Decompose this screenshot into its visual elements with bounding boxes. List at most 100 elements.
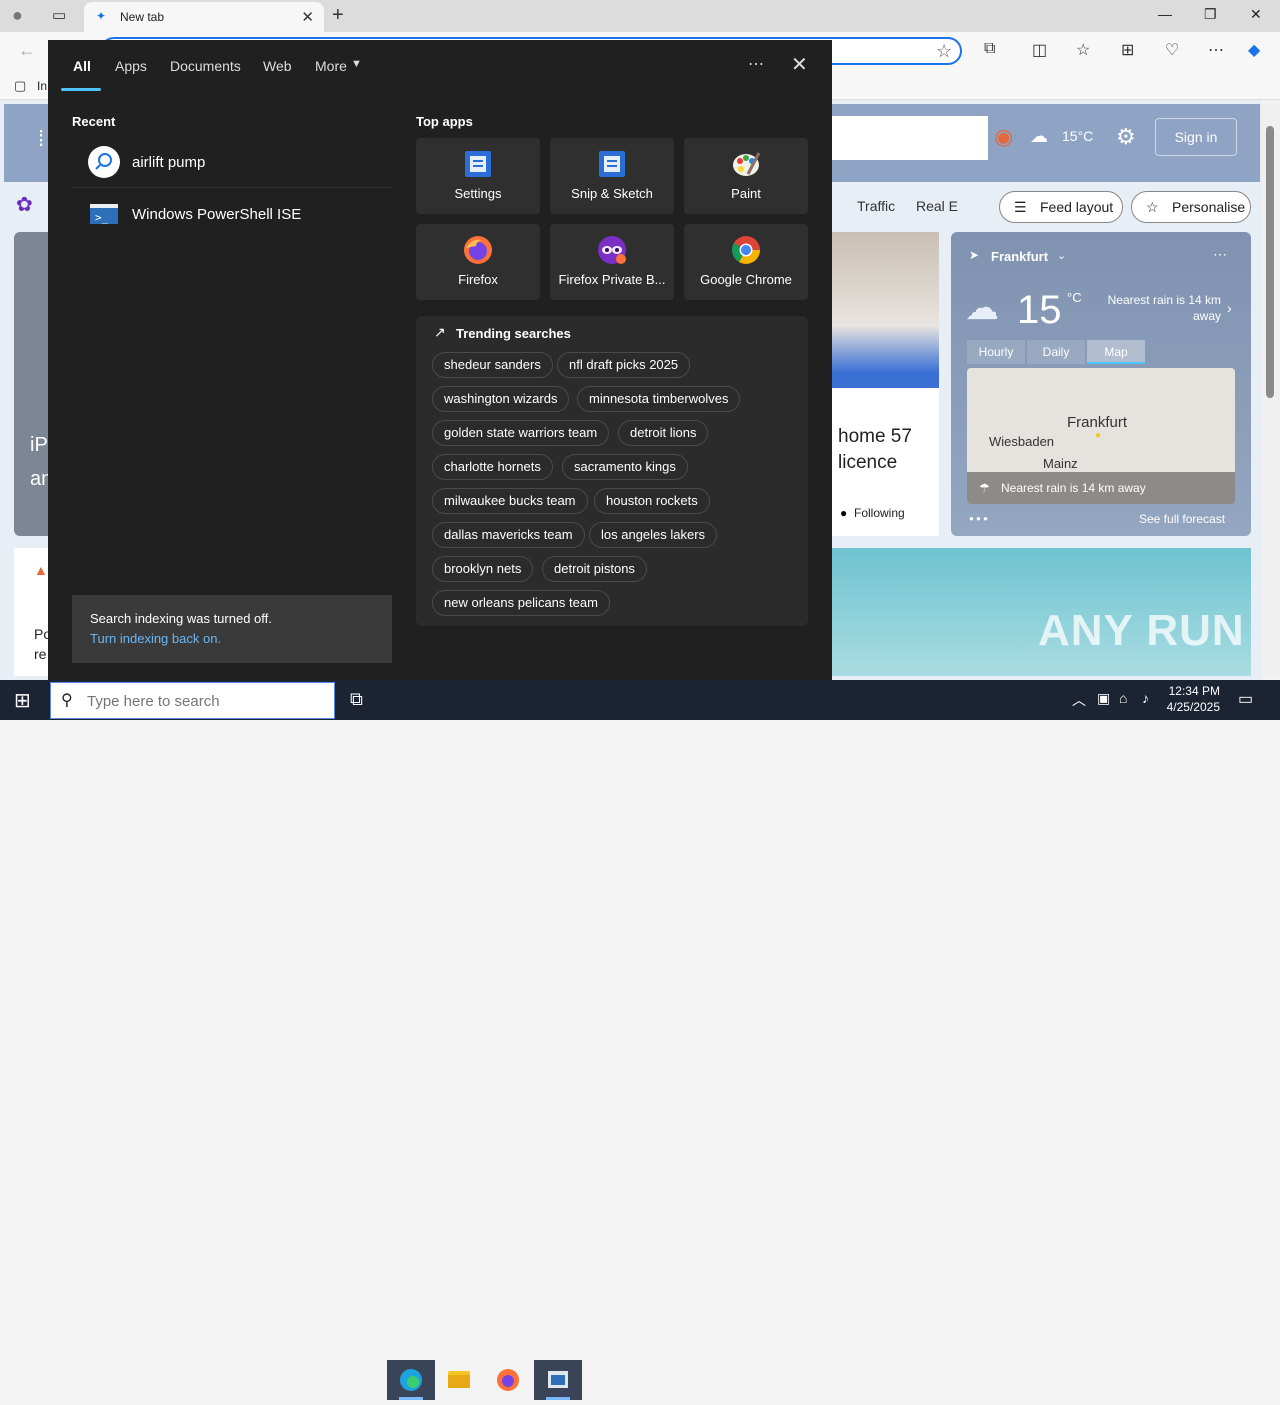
restore-button[interactable]: ❐ [1204,6,1217,23]
close-tab-icon[interactable]: ✕ [301,8,314,26]
task-view-icon[interactable]: ⧉ [350,689,363,710]
search-tab-apps[interactable]: Apps [115,58,147,74]
weather-tab-hourly[interactable]: Hourly [967,340,1025,364]
taskbar-file-explorer[interactable] [435,1360,483,1400]
app-snip-sketch[interactable]: Snip & Sketch [550,138,674,214]
trending-chip[interactable]: detroit pistons [542,556,647,582]
weather-next-icon[interactable]: › [1227,300,1232,316]
following-label[interactable]: Following [854,506,905,520]
firefox-taskbar-icon [497,1369,519,1391]
search-tab-all[interactable]: All [73,58,91,74]
tab-actions-icon[interactable]: ▭ [52,6,66,24]
weather-card[interactable]: ➤ Frankfurt ⌄ ⋯ ☁ 15 °C Nearest rain is … [951,232,1251,536]
feed-layout-button[interactable]: ☰ Feed layout [999,191,1123,223]
trending-chip[interactable]: sacramento kings [562,454,688,480]
svg-text:>_: >_ [95,211,109,224]
page-settings-gear-icon[interactable]: ⚙ [1116,124,1136,150]
tray-chevron-icon[interactable]: ︿ [1072,690,1086,710]
trending-chip[interactable]: new orleans pelicans team [432,590,610,616]
system-clock[interactable]: 12:34 PM 4/25/2025 [1160,683,1220,715]
taskbar-search-input[interactable] [87,691,327,711]
settings-more-icon[interactable]: ⋯ [1208,40,1224,60]
favbar-import-icon[interactable]: ▢ [14,78,26,94]
recent-item-powershell-ise[interactable]: >_ Windows PowerShell ISE [72,190,392,240]
close-search-icon[interactable]: ✕ [791,52,808,77]
map-label-wiesbaden: Wiesbaden [989,434,1055,449]
turn-indexing-on-link[interactable]: Turn indexing back on. [90,631,221,646]
favorite-star-icon[interactable]: ☆ [936,41,952,62]
collections-icon[interactable]: ⊞ [1121,40,1134,60]
network-icon[interactable]: ⌂ [1119,690,1127,706]
carousel-dots[interactable]: ● ● ● [969,514,988,523]
search-options-icon[interactable]: ⋯ [748,54,764,74]
more-dropdown-icon[interactable]: ▼ [351,58,362,70]
trending-chip[interactable]: golden state warriors team [432,420,610,446]
tab-new-tab[interactable]: ✦ New tab ✕ [84,2,324,32]
header-temperature[interactable]: 15°C [1062,128,1093,144]
app-firefox[interactable]: Firefox [416,224,540,300]
trending-chip[interactable]: dallas mavericks team [432,522,585,548]
app-google-chrome[interactable]: Google Chrome [684,224,808,300]
nav-link-real-estate[interactable]: Real E [916,198,958,214]
taskbar-powershell-ise[interactable] [534,1360,582,1400]
trending-chip[interactable]: houston rockets [594,488,710,514]
volume-icon[interactable]: ♪ [1142,690,1149,706]
city-chevron-icon[interactable]: ⌄ [1057,249,1066,262]
extensions-icon[interactable]: ⧉ [984,40,995,58]
paint-palette-icon [730,148,762,180]
search-tab-web[interactable]: Web [263,58,292,74]
weather-more-icon[interactable]: ⋯ [1213,246,1227,263]
trending-chip[interactable]: minnesota timberwolves [577,386,741,412]
trending-chip[interactable]: charlotte hornets [432,454,553,480]
trending-chip[interactable]: shedeur sanders [432,352,553,378]
close-window-button[interactable]: ✕ [1250,6,1262,23]
weather-city[interactable]: Frankfurt [991,249,1048,264]
see-full-forecast-link[interactable]: See full forecast [1139,512,1225,526]
copilot-icon[interactable]: ◆ [1248,40,1260,60]
scrollbar-thumb[interactable] [1266,126,1274,398]
favorites-icon[interactable]: ☆ [1076,40,1090,60]
app-firefox-private[interactable]: Firefox Private B... [550,224,674,300]
tray-device-icon[interactable]: ▣ [1097,690,1110,707]
app-settings[interactable]: Settings [416,138,540,214]
notifications-icon[interactable]: ▭ [1238,689,1253,709]
trending-chip[interactable]: milwaukee bucks team [432,488,588,514]
anyrun-watermark: ANY RUN [1038,606,1245,655]
personalise-button[interactable]: ☆ Personalise [1131,191,1251,223]
recent-item-airlift-pump[interactable]: airlift pump [72,138,392,188]
trending-chip[interactable]: washington wizards [432,386,570,412]
left-news-card-2[interactable]: ▲ Po re [14,548,48,676]
app-label: Settings [454,186,502,201]
favbar-item[interactable]: In [37,79,47,93]
start-button[interactable]: ⊞ [14,688,31,713]
map-rain-bar[interactable]: ☂ Nearest rain is 14 km away [967,472,1235,504]
sign-in-button[interactable]: Sign in [1155,118,1237,156]
search-tab-documents[interactable]: Documents [170,58,241,74]
new-tab-button[interactable]: + [332,4,344,27]
app-paint[interactable]: Paint [684,138,808,214]
weather-map[interactable]: Frankfurt Wiesbaden Mainz ● ☂ Nearest ra… [967,368,1235,504]
news-photo[interactable] [832,232,939,388]
left-news-card[interactable]: iP an [14,232,50,536]
trending-chip[interactable]: los angeles lakers [589,522,718,548]
taskbar-search-box[interactable]: ⚲ [50,682,335,719]
page-search-box[interactable] [832,116,988,160]
trending-chip[interactable]: detroit lions [618,420,709,446]
split-screen-icon[interactable]: ◫ [1032,40,1047,60]
minimize-button[interactable]: — [1158,6,1172,22]
weather-tab-daily[interactable]: Daily [1027,340,1085,364]
profile-icon[interactable]: ● [12,5,23,26]
nav-link-traffic[interactable]: Traffic [857,198,895,214]
taskbar-firefox[interactable] [484,1360,532,1400]
rewards-icon[interactable]: ◉ [994,124,1013,150]
apps-grid-icon[interactable]: ⁞ [38,126,44,152]
browser-essentials-icon[interactable]: ♡ [1165,40,1179,60]
search-tab-more[interactable]: More [315,58,347,74]
weather-tab-map[interactable]: Map [1087,340,1145,364]
page-scrollbar[interactable] [1262,104,1280,676]
back-icon[interactable]: ← [18,40,36,61]
news-article-card[interactable]: home 57 licence ● Following [832,388,939,536]
trending-chip[interactable]: brooklyn nets [432,556,534,582]
taskbar-edge[interactable] [387,1360,435,1400]
trending-chip[interactable]: nfl draft picks 2025 [557,352,691,378]
